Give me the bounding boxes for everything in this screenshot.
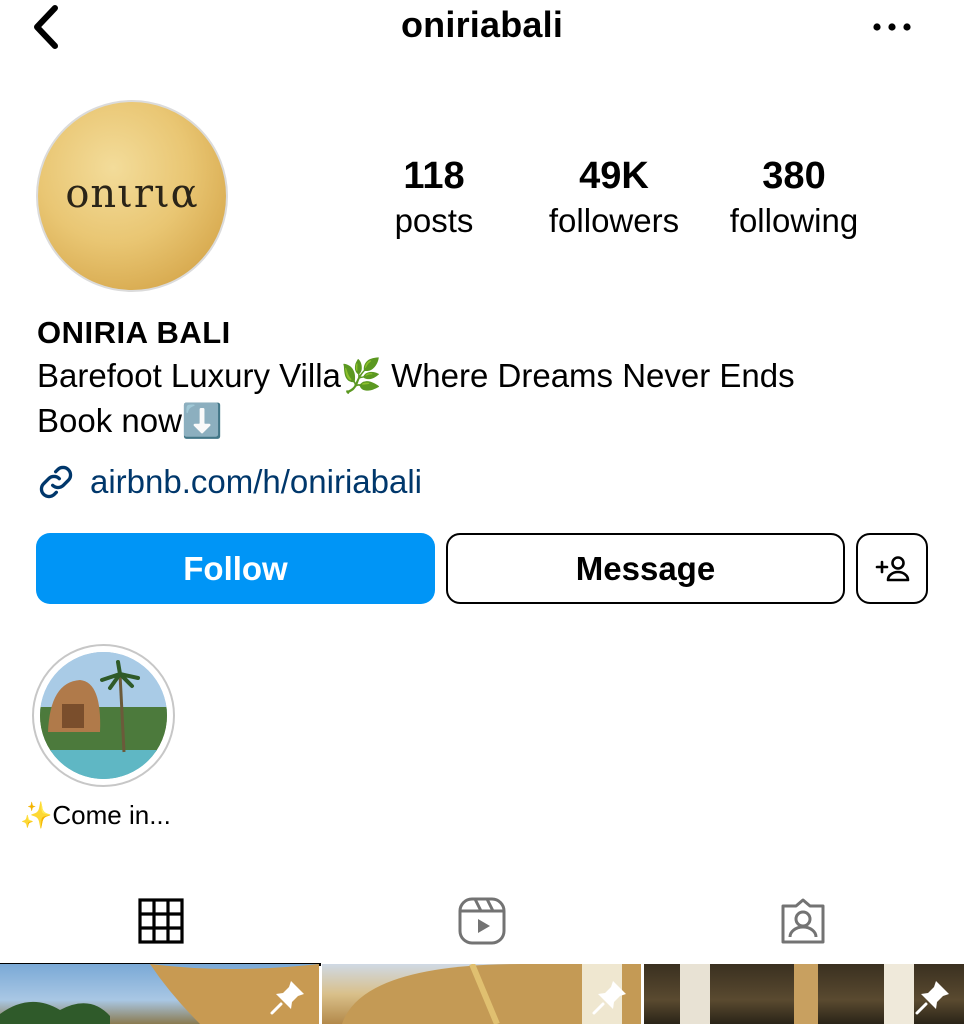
reels-icon [458,897,505,945]
grid-icon [137,898,184,944]
follow-button[interactable]: Follow [36,533,435,604]
stat-followers[interactable]: 49K followers [524,152,704,242]
stat-value: 380 [762,155,826,197]
profile-username: oniriabali [400,4,564,45]
bio-line: Barefoot Luxury Villa🌿 Where Dreams Neve… [37,357,795,394]
stat-value: 49K [579,155,649,197]
bio-line: Book now⬇️ [37,402,224,439]
stat-value: 118 [403,155,465,197]
tab-grid[interactable] [0,878,321,966]
link-icon [39,465,73,499]
grid-post[interactable] [0,964,319,1024]
highlight-thumbnail [40,652,167,779]
story-highlight[interactable]: ✨Come in... [20,644,190,833]
tab-reels[interactable] [321,878,642,964]
pinned-icon [915,981,949,1015]
profile-link[interactable]: airbnb.com/h/oniriabali [36,460,422,504]
profile-display-name: ONIRIA BALI [37,315,231,350]
stat-label: posts [394,202,474,239]
suggested-users-button[interactable] [856,533,928,604]
profile-stats: 118 posts 49K followers 380 following [0,152,964,252]
add-user-icon [875,555,910,581]
pinned-icon [592,981,626,1015]
highlight-label: ✨Come in... [20,800,171,830]
grid-post[interactable] [644,964,964,1024]
posts-grid [0,964,964,1024]
tab-tagged[interactable] [642,878,963,964]
profile-actions: Follow Message [0,533,964,605]
link-text[interactable]: airbnb.com/h/oniriabali [90,460,422,504]
top-bar: oniriabali [0,0,964,56]
grid-post[interactable] [322,964,641,1024]
stat-following[interactable]: 380 following [704,152,884,242]
profile-tabs [0,878,964,966]
stat-label: followers [548,202,680,239]
pinned-icon [270,981,304,1015]
stat-posts[interactable]: 118 posts [344,152,524,242]
profile-bio: ONIRIA BALI Barefoot Luxury Villa🌿 Where… [37,313,937,443]
highlight-ring [32,644,175,787]
more-horizontal-icon [873,23,911,31]
more-options-button[interactable] [872,12,912,42]
tagged-icon [781,898,824,944]
stat-label: following [729,202,859,239]
message-button[interactable]: Message [446,533,845,604]
